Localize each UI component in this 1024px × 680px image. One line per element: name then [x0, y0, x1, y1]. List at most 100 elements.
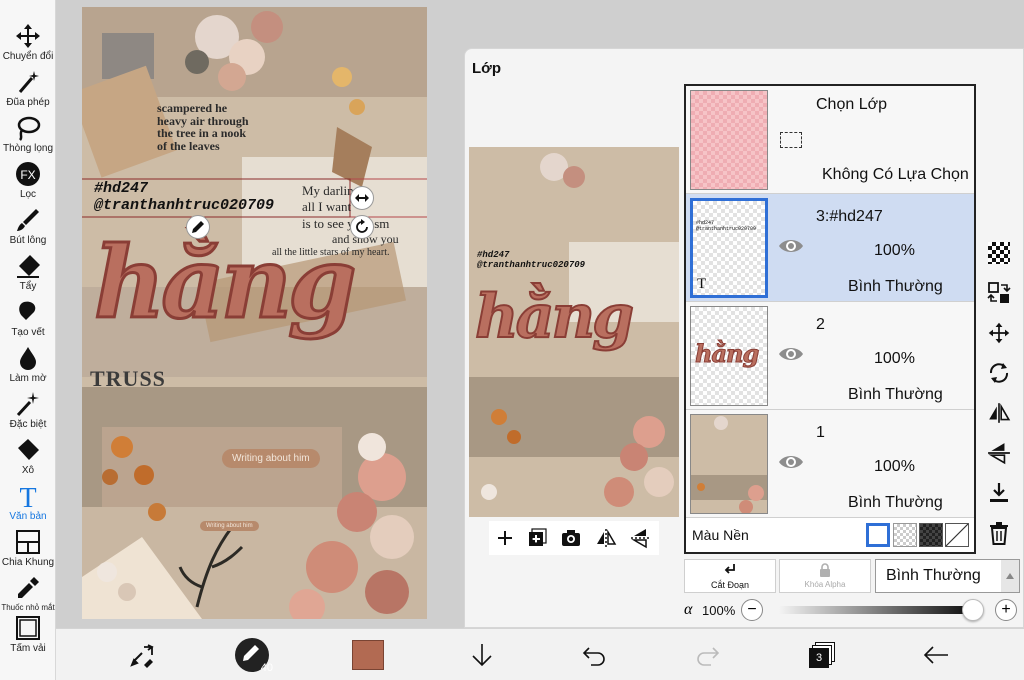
bucket-icon: [18, 439, 39, 460]
tool-lasso[interactable]: Thòng lọng: [0, 114, 56, 160]
tool-text[interactable]: T Văn bản: [0, 482, 56, 528]
undo-button[interactable]: [576, 637, 612, 673]
preview-text-layer: #hd247 @tranthanhtruc020709: [477, 250, 585, 271]
artwork-canvas[interactable]: scampered he heavy air through the tree …: [82, 7, 427, 619]
tool-bucket[interactable]: Xô: [0, 436, 56, 482]
tool-canvas[interactable]: Tấm vải: [0, 614, 56, 660]
layer-swap-button[interactable]: [985, 279, 1013, 307]
layers-button[interactable]: 3: [804, 637, 840, 673]
thumb-handle: @tranthanhtruc020709: [696, 225, 757, 232]
current-color-swatch: [352, 640, 384, 670]
download-button[interactable]: [464, 637, 500, 673]
blend-mode-select[interactable]: Bình Thường: [875, 559, 1020, 593]
edit-text-handle[interactable]: [186, 215, 210, 239]
thumb-hang: hằng: [694, 339, 759, 369]
add-layer-copy-icon[interactable]: [527, 528, 547, 548]
thumb-text: #hd247 @tranthanhtruc020709: [696, 220, 757, 232]
tool-smudge[interactable]: Tạo vết: [0, 298, 56, 344]
redo-icon: [697, 647, 720, 666]
tool-eraser[interactable]: Tẩy: [0, 252, 56, 298]
color-swatch-button[interactable]: [350, 637, 386, 673]
pencil-icon: [192, 221, 204, 233]
text-layer-icon: T: [697, 276, 707, 292]
add-layer-icon[interactable]: [496, 529, 514, 547]
layer-row-3[interactable]: #hd247 @tranthanhtruc020709 T 3:#hd247 1…: [686, 194, 974, 302]
alpha-slider-track[interactable]: [779, 606, 969, 614]
tool-transform[interactable]: Chuyển đổi: [0, 22, 56, 68]
blend-mode-value: Bình Thường: [886, 567, 981, 584]
layer-flip-h-button[interactable]: [985, 399, 1013, 427]
preview-hang: hằng: [474, 282, 635, 352]
clipping-button[interactable]: Cắt Đoạn: [684, 559, 776, 593]
layer-name: 3:#hd247: [816, 208, 883, 225]
transform-toggle-button[interactable]: [124, 637, 160, 673]
redo-button[interactable]: [690, 637, 726, 673]
flip-horizontal-icon[interactable]: [595, 528, 617, 548]
truss-text: TRUSS: [90, 366, 166, 391]
eraser-icon: [17, 255, 40, 278]
alpha-lock-label: Khóa Alpha: [804, 580, 846, 589]
rotate-layer-icon: [989, 363, 1009, 383]
delete-layer-button[interactable]: [985, 519, 1013, 547]
visibility-eye-icon[interactable]: [778, 452, 804, 472]
flip-horizontal-icon: [989, 403, 1011, 423]
visibility-eye-icon[interactable]: [778, 236, 804, 256]
canvas-preview[interactable]: #hd247 @tranthanhtruc020709 hằng: [469, 147, 679, 517]
tool-label: Văn bản: [9, 511, 47, 522]
handle-text: @tranthanhtruc020709: [94, 196, 275, 214]
merge-down-button[interactable]: [985, 479, 1013, 507]
layer-rotate-button[interactable]: [985, 359, 1013, 387]
checker-layer-button[interactable]: [985, 239, 1013, 267]
alpha-slider-thumb[interactable]: [962, 599, 984, 621]
swap-tools-icon: [130, 644, 154, 668]
brush-size-value: 40: [260, 662, 273, 674]
layer-name: 2: [816, 316, 825, 333]
bg-none-swatch[interactable]: [945, 523, 969, 547]
visibility-eye-icon[interactable]: [778, 344, 804, 364]
rotate-icon: [356, 219, 368, 233]
tool-label: Đũa phép: [6, 97, 50, 108]
alpha-lock-button[interactable]: Khóa Alpha: [779, 559, 871, 593]
resize-handle[interactable]: [350, 186, 374, 210]
layer-flip-v-button[interactable]: [985, 439, 1013, 467]
tool-label: Tấm vải: [10, 643, 46, 654]
text-t-icon: T: [19, 483, 36, 510]
tool-special[interactable]: Đặc biệt: [0, 390, 56, 436]
alpha-increase-button[interactable]: +: [995, 599, 1017, 621]
layer-blend-mode: Bình Thường: [848, 386, 943, 403]
layer-row-1[interactable]: 1 100% Bình Thường: [686, 410, 974, 518]
tool-brush[interactable]: Bút lông: [0, 206, 56, 252]
eyedropper-icon: [18, 577, 39, 598]
selection-thumbnail: [690, 90, 768, 190]
alpha-value: 100%: [702, 603, 736, 618]
bg-white-swatch[interactable]: [866, 523, 890, 547]
tool-magic-wand[interactable]: Đũa phép: [0, 68, 56, 114]
bottom-toolbar: 40 3: [56, 628, 1024, 680]
tag-label: Writing about him: [222, 449, 320, 468]
background-color-row: Màu Nền: [686, 518, 974, 552]
arrow-left-icon: [923, 646, 948, 664]
camera-icon[interactable]: [561, 529, 581, 547]
fx-filter-icon: FX: [16, 162, 40, 186]
tool-label: Chuyển đổi: [2, 51, 54, 62]
tool-blur[interactable]: Làm mờ: [0, 344, 56, 390]
rotate-handle[interactable]: [350, 215, 374, 239]
bg-dark-checker-swatch[interactable]: [919, 523, 943, 547]
tool-filter[interactable]: FX Lọc: [0, 160, 56, 206]
dropdown-arrow: [1001, 560, 1019, 592]
hang-title[interactable]: hằng: [93, 233, 359, 334]
brush-size-button[interactable]: 40: [234, 637, 273, 674]
canvas-area[interactable]: scampered he heavy air through the tree …: [56, 0, 464, 628]
back-button[interactable]: [918, 637, 954, 673]
text-layer-selected[interactable]: #hd247 @tranthanhtruc020709: [94, 180, 275, 214]
alpha-decrease-button[interactable]: −: [741, 599, 763, 621]
layer-move-button[interactable]: [985, 319, 1013, 347]
flip-vertical-icon[interactable]: [630, 527, 652, 549]
tool-label: Lọc: [19, 189, 37, 200]
selection-layer-row[interactable]: Chọn Lớp Không Có Lựa Chọn: [686, 86, 974, 194]
bg-checker-swatch[interactable]: [893, 523, 917, 547]
tool-label: Xô: [21, 465, 35, 476]
layer-row-2[interactable]: hằng 2 100% Bình Thường: [686, 302, 974, 410]
tool-frame-divider[interactable]: Chia Khung: [0, 528, 56, 574]
dashed-selection-icon: [780, 132, 802, 148]
